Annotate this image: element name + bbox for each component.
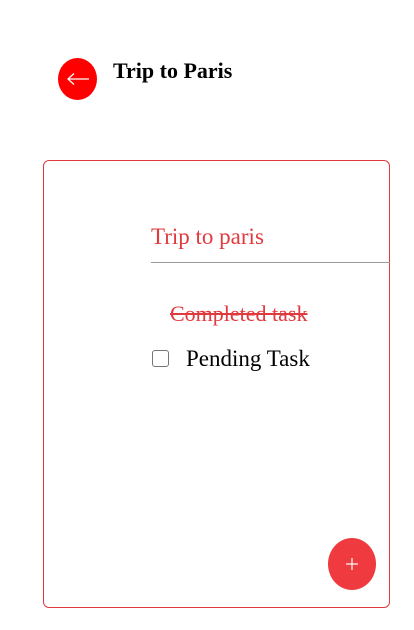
task-list-card: Trip to paris Completed task Pending Tas…: [43, 160, 390, 608]
arrow-left-icon: [65, 72, 91, 86]
pending-task-label: Pending Task: [186, 346, 310, 371]
list-title: Trip to paris: [151, 224, 264, 249]
pending-task-row: Pending Task: [152, 344, 310, 374]
pending-task-checkbox[interactable]: [152, 349, 169, 367]
title-divider: [151, 262, 390, 263]
page-title: Trip to Paris: [113, 58, 233, 83]
completed-task[interactable]: Completed task: [170, 300, 307, 328]
add-task-button[interactable]: [328, 538, 376, 590]
back-button[interactable]: [58, 58, 97, 100]
page: Trip to Paris Trip to paris Completed ta…: [0, 0, 414, 630]
plus-icon: [345, 557, 359, 571]
